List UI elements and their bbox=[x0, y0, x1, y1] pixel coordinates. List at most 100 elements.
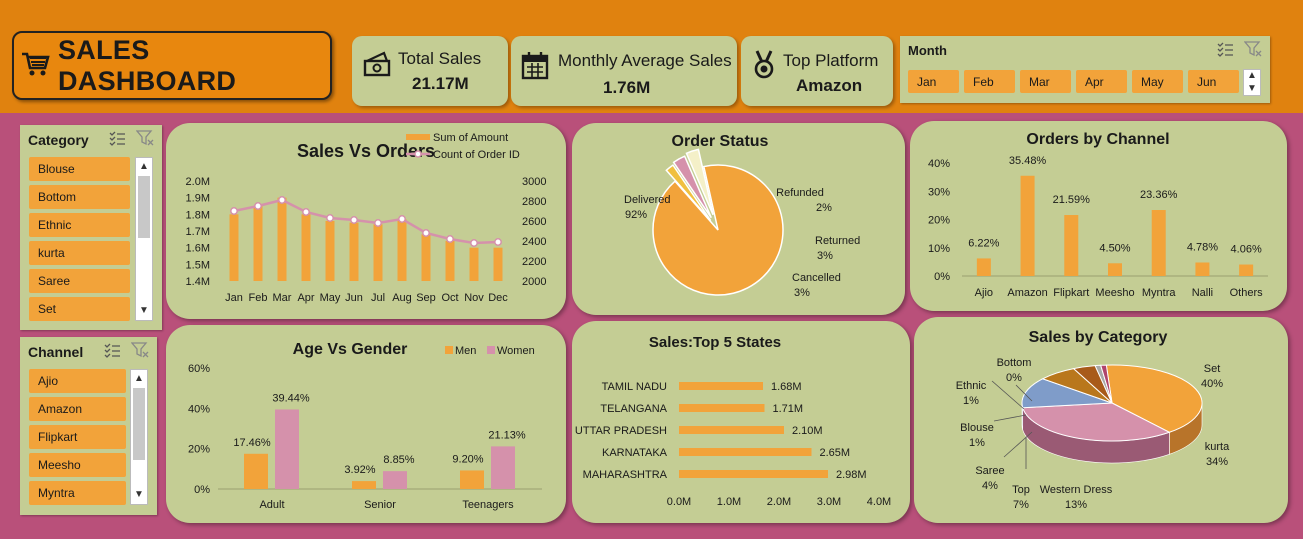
x-tick: Apr bbox=[297, 292, 314, 304]
bar bbox=[679, 448, 812, 456]
kpi-top-platform-label: Top Platform bbox=[783, 51, 879, 70]
x-tick: Dec bbox=[488, 292, 508, 304]
x-tick: 4.0M bbox=[867, 496, 891, 508]
channel-item-flipkart[interactable]: Flipkart bbox=[29, 425, 126, 449]
month-item-jun[interactable]: Jun bbox=[1188, 70, 1239, 93]
month-item-apr[interactable]: Apr bbox=[1076, 70, 1127, 93]
y-tick: 20% bbox=[188, 444, 210, 456]
pie-label-name: Saree bbox=[975, 465, 1004, 477]
data-label: 2.10M bbox=[792, 425, 823, 437]
x-tick: Adult bbox=[259, 499, 284, 511]
channel-item-meesho[interactable]: Meesho bbox=[29, 453, 126, 477]
month-item-mar[interactable]: Mar bbox=[1020, 70, 1071, 93]
data-label: 3.92% bbox=[344, 464, 375, 476]
category-item-kurta[interactable]: kurta bbox=[29, 241, 130, 265]
multi-select-icon[interactable] bbox=[1216, 41, 1234, 62]
calendar-icon bbox=[521, 48, 549, 87]
x-tick: Ajio bbox=[975, 287, 993, 299]
month-item-feb[interactable]: Feb bbox=[964, 70, 1015, 93]
data-label: 35.48% bbox=[1009, 155, 1047, 167]
pie-label-name: Returned bbox=[815, 235, 860, 247]
money-icon bbox=[362, 48, 392, 87]
bar bbox=[679, 382, 763, 390]
month-slicer-scrollbar[interactable]: ▲ ▼ bbox=[1243, 69, 1261, 96]
x-tick: May bbox=[320, 292, 341, 304]
bar-amount bbox=[277, 197, 287, 281]
category-slicer-icons bbox=[108, 130, 154, 151]
x-tick: Aug bbox=[392, 292, 412, 304]
channel-item-ajio[interactable]: Ajio bbox=[29, 369, 126, 393]
order-status-panel: Order Status Delivered 92% Refunded 2% Return… bbox=[572, 123, 905, 315]
point-orders bbox=[494, 238, 502, 246]
bar-men bbox=[460, 470, 484, 489]
x-tick: Myntra bbox=[1142, 287, 1177, 299]
category-slicer-scrollbar[interactable]: ▲ ▼ bbox=[135, 157, 153, 321]
channel-item-myntra[interactable]: Myntra bbox=[29, 481, 126, 505]
pie-label-name: kurta bbox=[1205, 441, 1230, 453]
y-tick: UTTAR PRADESH bbox=[575, 425, 667, 437]
scroll-down-icon[interactable]: ▼ bbox=[131, 488, 147, 502]
bar bbox=[1020, 175, 1035, 276]
category-item-ethnic[interactable]: Ethnic bbox=[29, 213, 130, 237]
point-orders bbox=[326, 214, 334, 222]
y-tick: 30% bbox=[928, 186, 950, 198]
bar bbox=[1151, 210, 1166, 276]
category-item-saree[interactable]: Saree bbox=[29, 269, 130, 293]
category-item-bottom[interactable]: Bottom bbox=[29, 185, 130, 209]
chart-title: Sales Vs Orders bbox=[297, 141, 435, 161]
y-tick: KARNATAKA bbox=[602, 447, 668, 459]
x-tick: Others bbox=[1230, 287, 1264, 299]
category-item-blouse[interactable]: Blouse bbox=[29, 157, 130, 181]
x-tick: Mar bbox=[273, 292, 292, 304]
month-item-may[interactable]: May bbox=[1132, 70, 1183, 93]
legend-label-men: Men bbox=[455, 345, 476, 357]
data-label: 4.78% bbox=[1187, 241, 1218, 253]
sales-by-category-chart: Sales by Category Set 40% kurta 34% Western D… bbox=[956, 329, 1230, 511]
channel-item-amazon[interactable]: Amazon bbox=[29, 397, 126, 421]
point-orders bbox=[374, 219, 382, 227]
y-left-tick: 1.9M bbox=[186, 193, 210, 205]
y-tick: TAMIL NADU bbox=[602, 381, 667, 393]
orders-by-channel-chart: Orders by Channel 0% 10% 20% 30% 40% 6.22% Ajio… bbox=[928, 131, 1268, 299]
x-tick: Meesho bbox=[1095, 287, 1134, 299]
y-right-tick: 2400 bbox=[522, 236, 546, 248]
kpi-monthly-average-label: Monthly Average Sales bbox=[558, 51, 732, 70]
multi-select-icon[interactable] bbox=[108, 130, 126, 151]
kpi-total-sales-value: 21.17M bbox=[412, 74, 469, 93]
kpi-monthly-average-value: 1.76M bbox=[603, 78, 651, 97]
age-vs-gender-chart: Age Vs Gender Men Women 0% 20% 40% 60% 17.46% 39… bbox=[188, 341, 542, 511]
y-right-tick: 2600 bbox=[522, 216, 546, 228]
category-item-set[interactable]: Set bbox=[29, 297, 130, 321]
clear-filter-icon[interactable] bbox=[130, 342, 149, 363]
data-label: 1.71M bbox=[773, 403, 804, 415]
scrollbar-thumb[interactable] bbox=[138, 176, 150, 238]
clear-filter-icon[interactable] bbox=[135, 130, 154, 151]
scroll-down-icon[interactable]: ▼ bbox=[136, 304, 152, 318]
scroll-up-icon[interactable]: ▲ bbox=[136, 160, 152, 174]
scroll-up-icon[interactable]: ▲ bbox=[131, 372, 147, 386]
legend-marker-orders bbox=[414, 150, 422, 158]
pie-label-name: Set bbox=[1204, 363, 1221, 375]
scroll-up-icon[interactable]: ▲ bbox=[1244, 69, 1260, 83]
multi-select-icon[interactable] bbox=[103, 342, 121, 363]
data-label: 4.06% bbox=[1231, 244, 1262, 256]
pie-label-value: 2% bbox=[816, 202, 832, 214]
scroll-down-icon[interactable]: ▼ bbox=[1244, 82, 1260, 96]
pie-label-name: Top bbox=[1012, 484, 1030, 496]
scrollbar-thumb[interactable] bbox=[133, 388, 145, 460]
month-item-jan[interactable]: Jan bbox=[908, 70, 959, 93]
point-orders bbox=[278, 196, 286, 204]
sales-vs-orders-panel: Sales Vs Orders Sum of Amount Count of Ord… bbox=[166, 123, 566, 319]
pie-label-value: 13% bbox=[1065, 499, 1087, 511]
y-tick: 10% bbox=[928, 243, 950, 255]
pie-label-name: Delivered bbox=[624, 194, 670, 206]
data-label: 39.44% bbox=[272, 392, 310, 404]
chart-title: Age Vs Gender bbox=[293, 341, 408, 358]
channel-slicer-scrollbar[interactable]: ▲ ▼ bbox=[130, 369, 148, 505]
leader-line bbox=[993, 414, 1027, 422]
category-slicer: Category Blouse Bottom Ethnic kurta Sare… bbox=[20, 125, 162, 330]
clear-filter-icon[interactable] bbox=[1243, 41, 1262, 62]
pie-label-value: 1% bbox=[963, 395, 979, 407]
data-label: 8.85% bbox=[383, 454, 414, 466]
category-slicer-header: Category bbox=[28, 132, 89, 148]
